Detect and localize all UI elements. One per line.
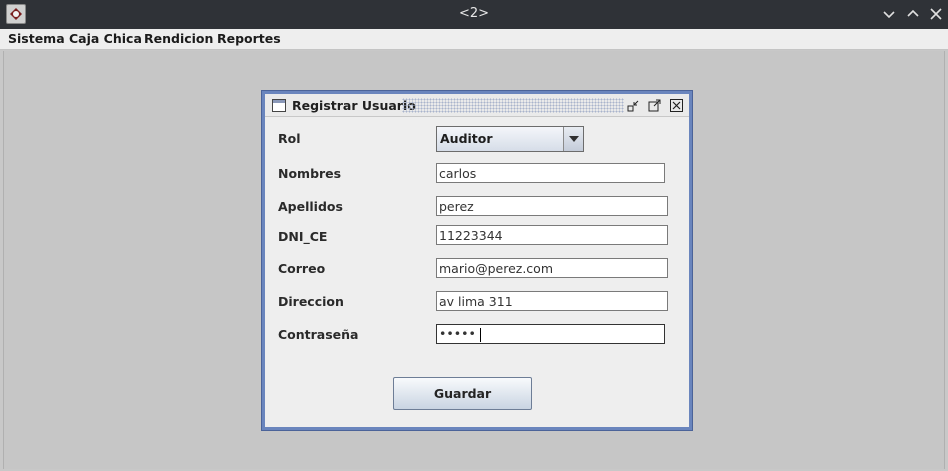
password-dots: ••••• (439, 326, 476, 341)
menu-rendicion[interactable]: Rendicion (144, 31, 213, 46)
rol-select[interactable]: Auditor (436, 126, 584, 152)
dni-field[interactable] (436, 225, 668, 245)
nombres-label: Nombres (278, 166, 342, 181)
frame-title: Registrar Usuario (292, 98, 416, 113)
dni-label: DNI_CE (278, 229, 328, 244)
text-caret (479, 327, 481, 342)
menu-reportes[interactable]: Reportes (217, 31, 281, 46)
registrar-usuario-frame: Registrar Usuario Rol Auditor Nombres Ap… (261, 90, 693, 431)
apellidos-label: Apellidos (278, 199, 343, 214)
guardar-button[interactable]: Guardar (393, 377, 532, 410)
menu-bar: Sistema Caja Chica Rendicion Reportes (0, 29, 948, 50)
frame-icon (272, 99, 286, 112)
chevron-down-icon[interactable] (563, 127, 583, 151)
apellidos-field[interactable] (436, 196, 668, 216)
direccion-field[interactable] (436, 291, 668, 311)
correo-label: Correo (278, 261, 326, 276)
maximize-icon[interactable] (904, 5, 922, 23)
close-icon[interactable] (669, 98, 684, 113)
close-icon[interactable] (927, 5, 945, 23)
contrasena-label: Contraseña (278, 327, 359, 342)
correo-field[interactable] (436, 258, 668, 278)
menu-sistema[interactable]: Sistema (8, 31, 65, 46)
rol-label: Rol (278, 131, 301, 146)
window-title: <2> (458, 6, 490, 21)
menu-caja-chica[interactable]: Caja Chica (69, 31, 142, 46)
form-panel: Rol Auditor Nombres Apellidos DNI_CE Cor… (265, 117, 689, 427)
contrasena-field[interactable]: ••••• (436, 324, 665, 344)
nombres-field[interactable] (436, 163, 665, 183)
maximize-icon[interactable] (647, 98, 662, 113)
minimize-icon[interactable] (880, 5, 898, 23)
title-grip (402, 98, 624, 113)
rol-selected-value: Auditor (440, 131, 493, 146)
window-titlebar: <2> (0, 0, 948, 29)
frame-titlebar[interactable]: Registrar Usuario (265, 94, 689, 117)
direccion-label: Direccion (278, 294, 344, 309)
iconify-icon[interactable] (626, 98, 641, 113)
